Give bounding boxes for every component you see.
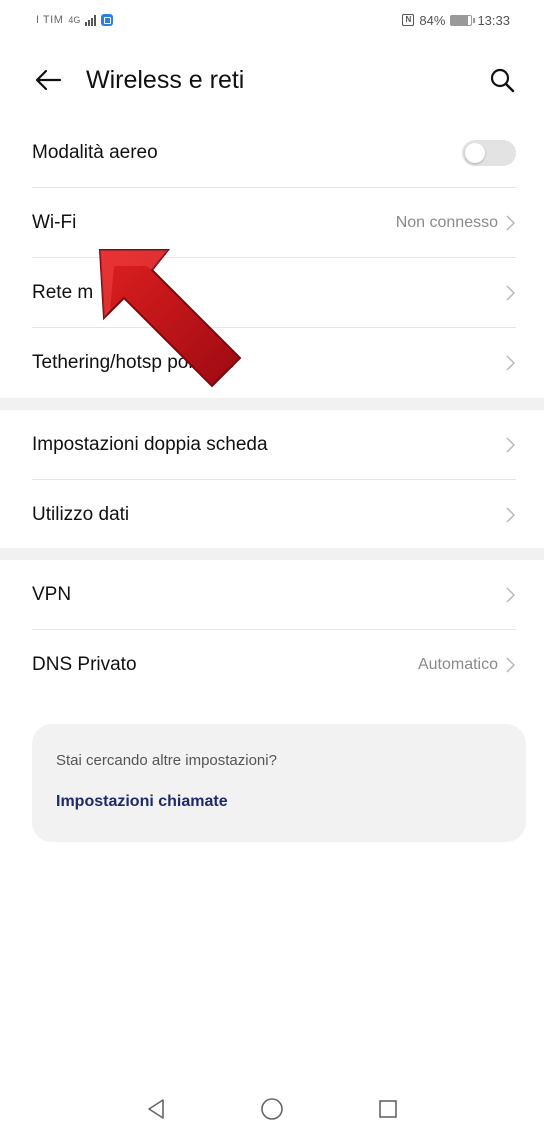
setting-label: Modalità aereo [32,141,158,163]
page-title: Wireless e reti [86,65,245,94]
search-icon[interactable] [486,64,518,96]
status-right: N 84% 13:33 [402,13,510,28]
status-bar: I TIM 4G N 84% 13:33 [0,0,544,40]
section-divider [0,398,544,410]
nav-home-icon[interactable] [257,1094,287,1124]
row-right: Automatico [418,656,516,674]
settings-group-privacy: VPN DNS Privato Automatico [0,560,544,700]
setting-row-dual-sim[interactable]: Impostazioni doppia scheda [32,410,516,480]
suggestion-prompt: Stai cercando altre impostazioni? [56,752,277,769]
settings-group-sim: Impostazioni doppia scheda Utilizzo dati [0,410,544,550]
setting-label: VPN [32,583,72,605]
setting-label: Impostazioni doppia scheda [32,433,268,455]
app-header: Wireless e reti [0,50,544,110]
call-settings-link[interactable]: Impostazioni chiamate [56,793,228,811]
row-right: Non connesso [396,214,516,232]
chevron-right-icon [504,436,516,453]
setting-row-airplane-mode[interactable]: Modalità aereo [32,118,516,188]
setting-row-mobile-network[interactable]: Rete m [32,258,516,328]
setting-row-wifi[interactable]: Wi-Fi Non connesso [32,188,516,258]
suggestion-card: Stai cercando altre impostazioni? Impost… [32,724,526,842]
nav-back-icon[interactable] [141,1094,171,1124]
notification-app-icon [101,14,114,26]
screen: I TIM 4G N 84% 13:33 Wireless e reti Mod… [0,0,544,1137]
setting-row-vpn[interactable]: VPN [32,560,516,630]
chevron-right-icon [504,586,516,603]
chevron-right-icon [504,284,516,301]
chevron-right-icon [504,214,516,231]
setting-label: Rete m [32,281,94,303]
nfc-icon: N [402,14,415,26]
battery-percent: 84% [419,12,446,28]
chevron-right-icon [504,507,516,523]
private-dns-value: Automatico [417,656,498,673]
status-left: I TIM 4G [36,14,114,26]
airplane-mode-toggle[interactable] [462,139,516,166]
toggle-knob [465,142,485,163]
setting-row-private-dns[interactable]: DNS Privato Automatico [32,630,516,700]
back-arrow-icon[interactable] [30,62,66,98]
chevron-right-icon [504,355,516,371]
setting-label: Tethering/hotsp portatile [32,352,235,373]
network-type-label: 4G [68,15,81,25]
carrier-label: I TIM [36,14,64,26]
setting-label: Utilizzo dati [32,504,130,525]
settings-group-connectivity: Modalità aereo Wi-Fi Non connesso Rete m… [0,118,544,398]
section-divider [0,548,544,560]
setting-row-tethering[interactable]: Tethering/hotsp portatile [32,328,516,398]
wifi-status-value: Non connesso [395,213,498,231]
setting-label: DNS Privato [32,654,137,675]
nav-recents-icon[interactable] [373,1094,403,1124]
system-nav-bar [0,1080,544,1137]
chevron-right-icon [504,657,516,673]
battery-icon [450,14,476,26]
setting-row-data-usage[interactable]: Utilizzo dati [32,480,516,550]
clock: 13:33 [477,12,510,28]
setting-label: Wi-Fi [32,211,77,233]
signal-icon [85,14,97,26]
